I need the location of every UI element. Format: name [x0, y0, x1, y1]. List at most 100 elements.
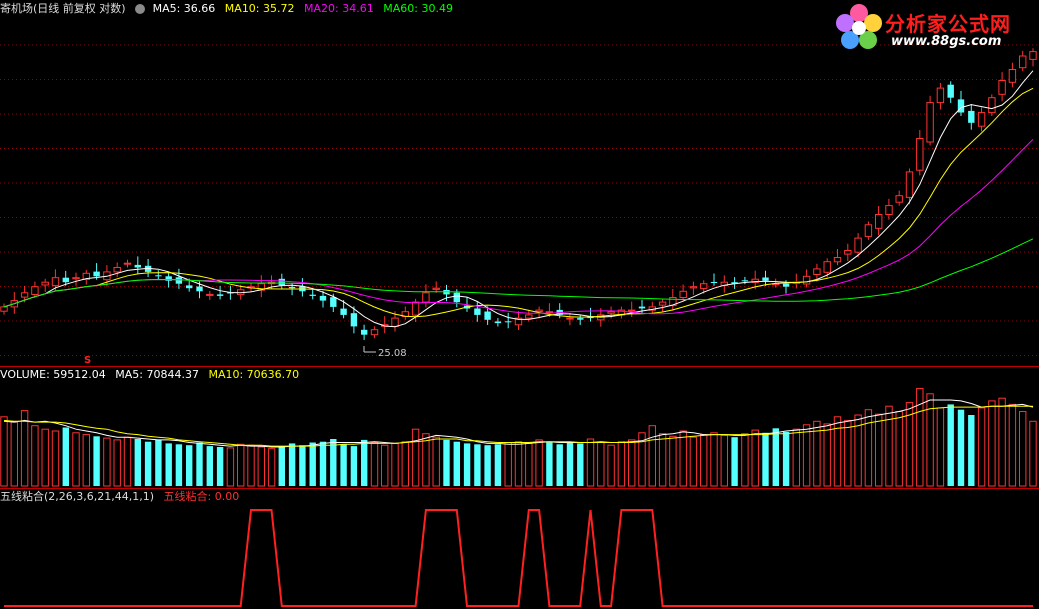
candle-body — [391, 317, 399, 327]
volume-bar — [144, 441, 152, 486]
volume-bar — [772, 428, 779, 486]
low-marker-label: 25.08 — [378, 348, 407, 359]
watermark-name: 分析家公式网 — [885, 12, 1011, 36]
candle-body — [875, 214, 883, 229]
volume-bar — [525, 442, 533, 487]
candle-body — [474, 308, 481, 315]
volume-bar — [628, 439, 636, 487]
volume-bar — [833, 416, 842, 487]
candle-body — [350, 313, 358, 327]
candle-body — [0, 306, 8, 312]
indicator-signal-line — [4, 509, 1033, 607]
volume-bar — [844, 419, 852, 487]
signal-marker: S — [84, 355, 91, 366]
volume-bar — [278, 446, 285, 486]
candle-body — [361, 329, 368, 335]
candle-body — [936, 87, 945, 104]
candle-body — [494, 321, 502, 324]
volume-ma5-label: MA5: 70844.37 — [115, 368, 199, 381]
volume-bar — [103, 437, 111, 487]
candle-body — [577, 318, 584, 320]
volume-bar — [597, 442, 605, 487]
volume-bar — [751, 429, 759, 487]
volume-bar — [319, 441, 327, 486]
candle-body — [72, 277, 80, 280]
candle-body — [658, 301, 667, 306]
volume-bar — [689, 436, 698, 487]
volume-bar — [648, 425, 656, 487]
volume-bar — [494, 444, 502, 486]
candle-body — [123, 262, 132, 265]
candle-body — [484, 311, 491, 320]
candle-body — [638, 306, 646, 309]
candle-body — [545, 311, 554, 314]
volume-bar — [586, 438, 595, 487]
indicator-panel-header: 五线粘合(2,26,3,6,21,44,1,1) 五线粘合: 0.00 — [0, 489, 245, 505]
settings-circle-icon[interactable] — [135, 4, 146, 14]
candle-body — [93, 271, 100, 277]
volume-bar — [988, 400, 996, 487]
volume-bar — [134, 439, 141, 486]
volume-bar — [247, 444, 255, 487]
candle-body — [134, 264, 141, 268]
candle-body — [1008, 69, 1017, 83]
candle-body — [844, 250, 852, 255]
candle-body — [41, 281, 49, 286]
main-panel-header: 寄机场(日线 前复权 对数) MA5: 36.66 MA10: 35.72 MA… — [0, 1, 459, 17]
candle-body — [20, 292, 29, 298]
volume-bar — [484, 445, 491, 486]
volume-bar — [947, 404, 954, 486]
volume-bar — [957, 409, 965, 486]
volume-bar — [155, 439, 162, 486]
volume-bar — [361, 439, 368, 486]
candle-body — [309, 294, 316, 296]
candlesticks — [0, 48, 1037, 340]
volume-panel-header: VOLUME: 59512.04 MA5: 70844.37 MA10: 706… — [0, 367, 305, 383]
volume-bar — [792, 428, 800, 487]
candle-body — [762, 277, 769, 281]
volume-bar — [556, 444, 563, 486]
chart-canvas[interactable]: 25.08 S — [0, 0, 1039, 609]
candle-body — [31, 286, 39, 296]
stock-chart[interactable]: 25.08 S 寄机场(日线 前复权 对数) MA5: 36.66 MA10: … — [0, 0, 1039, 609]
volume-bar — [82, 434, 90, 487]
volume-bar — [546, 442, 553, 486]
price-grid — [0, 44, 1039, 356]
volume-bar — [226, 447, 235, 487]
candle-body — [988, 97, 996, 114]
volume-bar — [936, 407, 945, 487]
candle-body — [113, 267, 121, 273]
watermark-logo: 分析家公式网 www.88gs.com — [833, 2, 1033, 54]
volume-bar — [391, 442, 399, 487]
volume-bar — [720, 434, 728, 487]
indicator-title: 五线粘合(2,26,3,6,21,44,1,1) — [0, 490, 155, 503]
volume-bar — [782, 431, 790, 486]
volume-bar — [41, 428, 49, 487]
volume-bar — [340, 444, 347, 486]
candle-body — [977, 112, 986, 127]
volume-bar — [823, 423, 831, 487]
candle-body — [288, 286, 296, 289]
ma10-label: MA10: 35.72 — [224, 2, 295, 15]
volume-bar — [267, 448, 276, 487]
volume-bar — [350, 446, 358, 486]
candle-body — [566, 317, 574, 320]
candle-body — [422, 292, 430, 303]
candle-body — [802, 275, 811, 285]
volume-bar — [679, 430, 687, 487]
volume-bar — [309, 442, 316, 486]
indicator-value: 五线粘合: 0.00 — [163, 490, 240, 503]
volume-bar — [381, 444, 389, 487]
volume-bar — [216, 447, 224, 486]
volume-bar — [802, 424, 811, 487]
volume-bar — [72, 432, 80, 487]
volume-bar — [535, 439, 543, 487]
volume-bar — [1019, 411, 1027, 487]
volume-bar — [196, 442, 203, 486]
candle-body — [411, 301, 420, 316]
candle-body — [689, 286, 698, 289]
candle-body — [823, 261, 831, 273]
main-panel-title: 寄机场(日线 前复权 对数) — [0, 2, 126, 15]
candle-body — [505, 321, 512, 323]
candle-body — [885, 205, 893, 216]
